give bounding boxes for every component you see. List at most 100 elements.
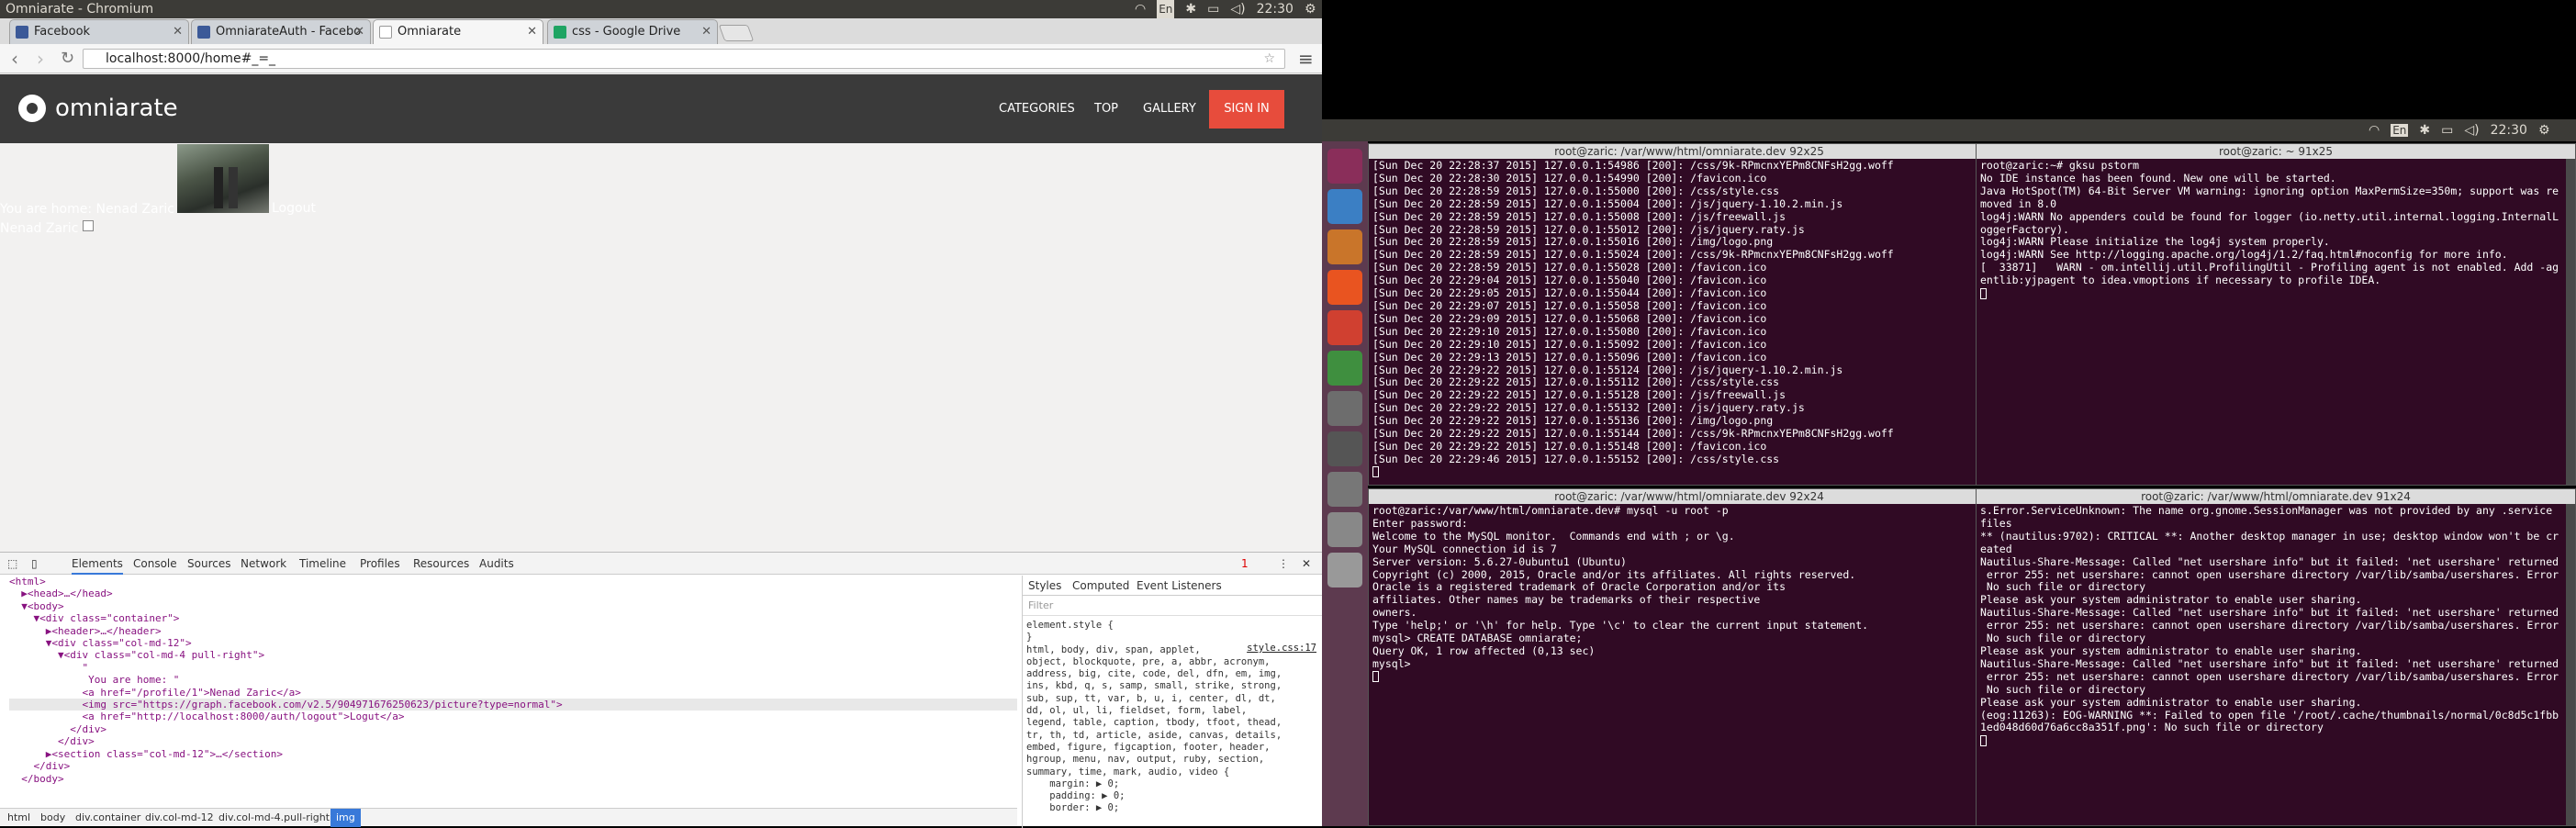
battery-icon[interactable]: ▭: [1207, 0, 1219, 18]
sign-in-button[interactable]: SIGN IN: [1209, 90, 1284, 129]
dom-node[interactable]: ▼<div class="col-md-4 pull-right">: [9, 649, 1017, 661]
breadcrumb-html[interactable]: html: [7, 809, 30, 827]
dom-node[interactable]: ▼<body>: [9, 600, 1017, 612]
reload-icon[interactable]: ↻: [61, 50, 74, 68]
terminal-output[interactable]: root@zaric:/var/www/html/omniarate.dev# …: [1372, 505, 1999, 825]
dom-node[interactable]: <img src="https://graph.facebook.com/v2.…: [9, 699, 1017, 711]
breadcrumb-body[interactable]: body: [40, 809, 65, 827]
battery-icon[interactable]: ▭: [2441, 123, 2453, 138]
tab-timeline[interactable]: Timeline: [299, 553, 346, 575]
close-tab-icon[interactable]: ✕: [354, 20, 364, 44]
dom-tree[interactable]: <html> ▶<head>…</head> ▼<body> ▼<div cla…: [0, 576, 1017, 805]
wifi-icon[interactable]: ◠: [2369, 123, 2380, 138]
more-icon[interactable]: ⋮: [1278, 553, 1289, 575]
stylesheet-link[interactable]: style.css:17: [1247, 643, 1316, 654]
clock[interactable]: 22:30: [1257, 0, 1294, 18]
tab-resources[interactable]: Resources: [413, 553, 469, 575]
bookmark-star-icon[interactable]: ☆: [1263, 50, 1275, 68]
chromium-icon[interactable]: [1327, 189, 1362, 224]
tab-sources[interactable]: Sources: [187, 553, 230, 575]
terminal-1[interactable]: root@zaric: /var/www/html/omniarate.dev …: [1368, 143, 2010, 486]
dom-node[interactable]: ▶<head>…</head>: [9, 587, 1017, 599]
bluetooth-icon[interactable]: ✱: [2419, 123, 2430, 138]
nav-top[interactable]: TOP: [1094, 74, 1118, 143]
user-name[interactable]: Nenad Zaric: [0, 221, 78, 236]
device-icon[interactable]: ▯: [31, 553, 38, 575]
styles-filter-input[interactable]: Filter: [1023, 596, 1322, 616]
close-tab-icon[interactable]: ✕: [701, 20, 711, 44]
browser-icon[interactable]: [1327, 391, 1362, 426]
clock[interactable]: 22:30: [2491, 123, 2527, 138]
terminal-output[interactable]: s.Error.ServiceUnknown: The name org.gno…: [1980, 505, 2564, 825]
terminal-2[interactable]: root@zaric: ~ 91x25 root@zaric:~# gksu p…: [1976, 143, 2576, 486]
tab-event-listeners[interactable]: Event Listeners: [1137, 579, 1222, 592]
breadcrumb-img[interactable]: img: [330, 809, 361, 827]
dom-node[interactable]: <a href="/profile/1">Nenad Zaric</a>: [9, 687, 1017, 699]
tab-omniarateauth[interactable]: OmniarateAuth - Facebo ✕: [191, 19, 371, 44]
site-logo[interactable]: omniarate: [18, 95, 178, 122]
dom-node[interactable]: You are home: ": [9, 674, 1017, 686]
breadcrumb-div-col-md-12[interactable]: div.col-md-12: [145, 809, 214, 827]
software-icon[interactable]: [1327, 270, 1362, 305]
error-count-badge[interactable]: 1: [1241, 553, 1249, 575]
tab-omniarate[interactable]: Omniarate ✕: [373, 19, 543, 44]
close-tab-icon[interactable]: ✕: [173, 20, 183, 44]
terminal-4[interactable]: root@zaric: /var/www/html/omniarate.dev …: [1976, 488, 2576, 826]
forward-icon[interactable]: ›: [37, 50, 44, 68]
address-bar[interactable]: localhost:8000/home#_=_ ☆: [83, 49, 1285, 69]
tab-facebook[interactable]: Facebook ✕: [9, 19, 189, 44]
dom-node[interactable]: ▼<div class="col-md-12">: [9, 637, 1017, 649]
drive-icon[interactable]: [1327, 472, 1362, 507]
terminal-output[interactable]: [Sun Dec 20 22:28:37 2015] 127.0.0.1:549…: [1372, 160, 1999, 485]
files-icon[interactable]: [1327, 229, 1362, 264]
tab-elements[interactable]: Elements: [72, 553, 123, 575]
close-devtools-icon[interactable]: ✕: [1302, 553, 1311, 575]
tab-google-drive[interactable]: css - Google Drive ✕: [547, 19, 718, 44]
dash-icon[interactable]: [1327, 149, 1362, 184]
dom-node[interactable]: <a href="http://localhost:8000/auth/logo…: [9, 711, 1017, 722]
keyboard-indicator[interactable]: En: [1157, 0, 1175, 18]
impress-icon[interactable]: [1327, 310, 1362, 345]
inspect-icon[interactable]: ⬚: [7, 553, 17, 575]
wifi-icon[interactable]: ◠: [1135, 0, 1146, 18]
logout-link[interactable]: Logout: [272, 201, 316, 216]
dom-node[interactable]: ▶<header>…</header>: [9, 625, 1017, 637]
settings-icon[interactable]: [1327, 431, 1362, 466]
menu-icon[interactable]: ≡: [1298, 48, 1314, 70]
breadcrumb-div-container[interactable]: div.container: [75, 809, 140, 827]
bluetooth-icon[interactable]: ✱: [1185, 0, 1196, 18]
home-greeting[interactable]: You are home: Nenad Zaric: [0, 202, 174, 217]
nav-gallery[interactable]: GALLERY: [1143, 74, 1196, 143]
keyboard-indicator[interactable]: En: [2391, 124, 2409, 137]
tab-console[interactable]: Console: [133, 553, 177, 575]
dom-node[interactable]: <html>: [9, 576, 1017, 587]
tab-profiles[interactable]: Profiles: [360, 553, 400, 575]
volume-icon[interactable]: ◁): [1230, 0, 1245, 18]
dom-node[interactable]: </div>: [9, 723, 1017, 735]
close-tab-icon[interactable]: ✕: [527, 20, 537, 44]
nav-categories[interactable]: CATEGORIES: [999, 74, 1075, 143]
tab-styles[interactable]: Styles: [1028, 579, 1061, 592]
gear-icon[interactable]: ⚙: [1305, 0, 1316, 18]
terminal-output[interactable]: root@zaric:~# gksu pstorm No IDE instance…: [1980, 160, 2564, 485]
dom-node[interactable]: </body>: [9, 773, 1017, 785]
gear-icon[interactable]: ⚙: [2538, 123, 2550, 138]
dom-node[interactable]: </div>: [9, 760, 1017, 772]
scrollbar[interactable]: [2566, 504, 2575, 825]
dom-node[interactable]: ▼<div class="container">: [9, 612, 1017, 624]
tab-audits[interactable]: Audits: [479, 553, 514, 575]
terminal-3[interactable]: root@zaric: /var/www/html/omniarate.dev …: [1368, 488, 2010, 826]
dom-node[interactable]: ▶<section class="col-md-12">…</section>: [9, 748, 1017, 760]
disk-icon[interactable]: [1327, 512, 1362, 547]
scrollbar[interactable]: [2566, 159, 2575, 485]
dom-node[interactable]: </div>: [9, 735, 1017, 747]
text-editor-icon[interactable]: [1327, 553, 1362, 587]
tab-computed[interactable]: Computed: [1072, 579, 1129, 592]
breadcrumb-div-col-md-4-pull-right[interactable]: div.col-md-4.pull-right: [218, 809, 330, 827]
tab-network[interactable]: Network: [241, 553, 286, 575]
new-tab-button[interactable]: [718, 25, 755, 41]
calc-icon[interactable]: [1327, 351, 1362, 386]
volume-icon[interactable]: ◁): [2464, 123, 2479, 138]
back-icon[interactable]: ‹: [11, 50, 18, 68]
dom-node[interactable]: ": [9, 662, 1017, 674]
